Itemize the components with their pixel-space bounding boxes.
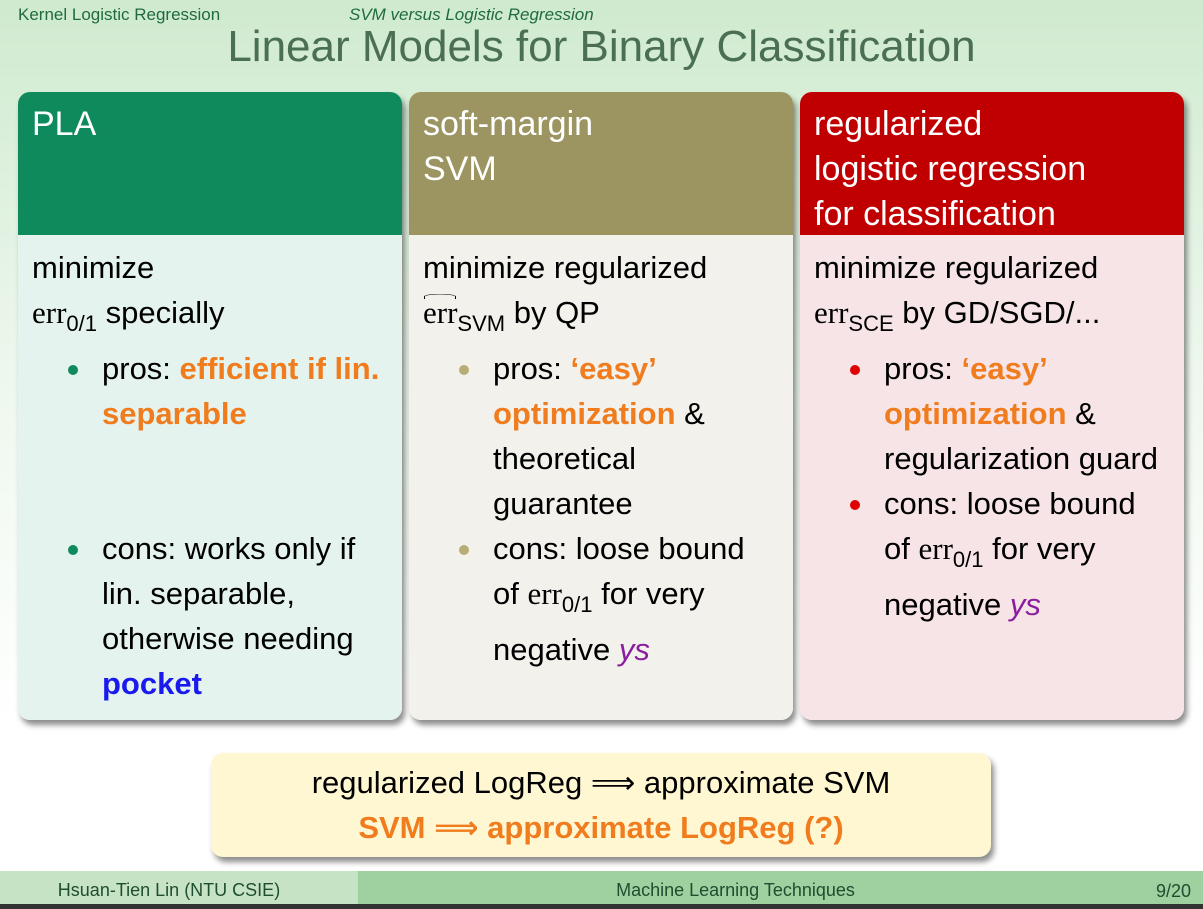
pros-label: pros: bbox=[102, 351, 180, 386]
card-logreg-title-line2: logistic regression bbox=[814, 150, 1087, 188]
card-svm-header: soft-margin SVM bbox=[409, 92, 793, 235]
bullet-icon bbox=[850, 500, 860, 510]
cons-for: for very negative bbox=[493, 576, 705, 667]
card-pla-cons: cons: works only if lin. separable, othe… bbox=[32, 526, 388, 706]
card-logreg: regularized logistic regression for clas… bbox=[800, 92, 1184, 720]
bullet-icon bbox=[850, 365, 860, 375]
card-svm-title-line1: soft-margin bbox=[423, 105, 594, 143]
card-logreg-cons: cons: loose bound of err0/1 for very neg… bbox=[814, 481, 1170, 627]
err-subscript: SCE bbox=[848, 311, 894, 336]
card-pla-title: PLA bbox=[32, 105, 97, 143]
card-svm-method: by QP bbox=[513, 295, 600, 330]
conclusion-line2: SVM ⟹ approximate LogReg (?) bbox=[358, 810, 844, 845]
pros-rest: theoretical guarantee bbox=[493, 441, 637, 521]
card-svm-title-line2: SVM bbox=[423, 150, 497, 188]
card-logreg-objective: minimize regularized bbox=[814, 250, 1099, 285]
card-logreg-body: minimize regularized errSCE by GD/SGD/..… bbox=[800, 235, 1184, 720]
pros-suffix: & bbox=[1066, 396, 1096, 431]
err-symbol: err bbox=[814, 295, 849, 330]
card-pla-header: PLA bbox=[18, 92, 402, 235]
card-logreg-header: regularized logistic regression for clas… bbox=[800, 92, 1184, 235]
err-subscript: 0/1 bbox=[952, 547, 984, 572]
card-logreg-error: errSCE by GD/SGD/... bbox=[814, 290, 1170, 346]
cons-highlight: pocket bbox=[102, 666, 202, 701]
bullet-icon bbox=[459, 545, 469, 555]
err-symbol: err bbox=[32, 295, 67, 330]
err-hat-symbol: err bbox=[423, 290, 457, 335]
conclusion-line1: regularized LogReg ⟹ approximate SVM bbox=[311, 765, 891, 800]
card-pla-error: err0/1 specially bbox=[32, 290, 388, 346]
card-svm-objective: minimize regularized bbox=[423, 250, 708, 285]
pros-suffix: & bbox=[675, 396, 705, 431]
cons-ys: ys bbox=[1009, 587, 1041, 622]
card-logreg-title-line3: for classification bbox=[814, 195, 1056, 233]
bullet-icon bbox=[68, 365, 78, 375]
card-pla-method: specially bbox=[105, 295, 225, 330]
card-pla-pros: pros: efficient if lin. separable bbox=[32, 346, 388, 436]
card-svm-cons: cons: loose bound of err0/1 for very neg… bbox=[423, 526, 779, 672]
card-svm: soft-margin SVM minimize regularized err… bbox=[409, 92, 793, 720]
bullet-icon bbox=[68, 545, 78, 555]
err-symbol: err bbox=[527, 576, 562, 611]
footer-page-number: 9/20 bbox=[1155, 881, 1191, 901]
pros-label: pros: bbox=[493, 351, 571, 386]
card-logreg-pros: pros: ‘easy’ optimization & regularizati… bbox=[814, 346, 1170, 481]
conclusion-box: regularized LogReg ⟹ approximate SVM SVM… bbox=[211, 753, 991, 857]
card-pla-objective: minimize bbox=[32, 250, 155, 285]
err-symbol: err bbox=[918, 531, 953, 566]
err-subscript: SVM bbox=[457, 311, 506, 336]
err-subscript: 0/1 bbox=[561, 592, 593, 617]
cons-for: for very negative bbox=[884, 531, 1096, 622]
pros-label: pros: bbox=[884, 351, 962, 386]
card-logreg-method: by GD/SGD/... bbox=[902, 295, 1101, 330]
bullet-icon bbox=[459, 365, 469, 375]
cons-ys: ys bbox=[618, 632, 650, 667]
slide-title: Linear Models for Binary Classification bbox=[227, 22, 976, 71]
card-svm-pros: pros: ‘easy’ optimization & theoretical … bbox=[423, 346, 779, 526]
card-logreg-title-line1: regularized bbox=[814, 105, 983, 143]
card-pla-body: minimize err0/1 specially pros: efficien… bbox=[18, 235, 402, 720]
bottom-bar bbox=[0, 904, 1203, 909]
card-svm-error: errSVM by QP bbox=[423, 290, 779, 346]
card-svm-body: minimize regularized errSVM by QP pros: … bbox=[409, 235, 793, 720]
card-pla: PLA minimize err0/1 specially pros: effi… bbox=[18, 92, 402, 720]
err-subscript: 0/1 bbox=[66, 311, 97, 336]
pros-rest: regularization guard bbox=[884, 441, 1159, 476]
cons-text: cons: works only if lin. separable, othe… bbox=[102, 531, 356, 656]
